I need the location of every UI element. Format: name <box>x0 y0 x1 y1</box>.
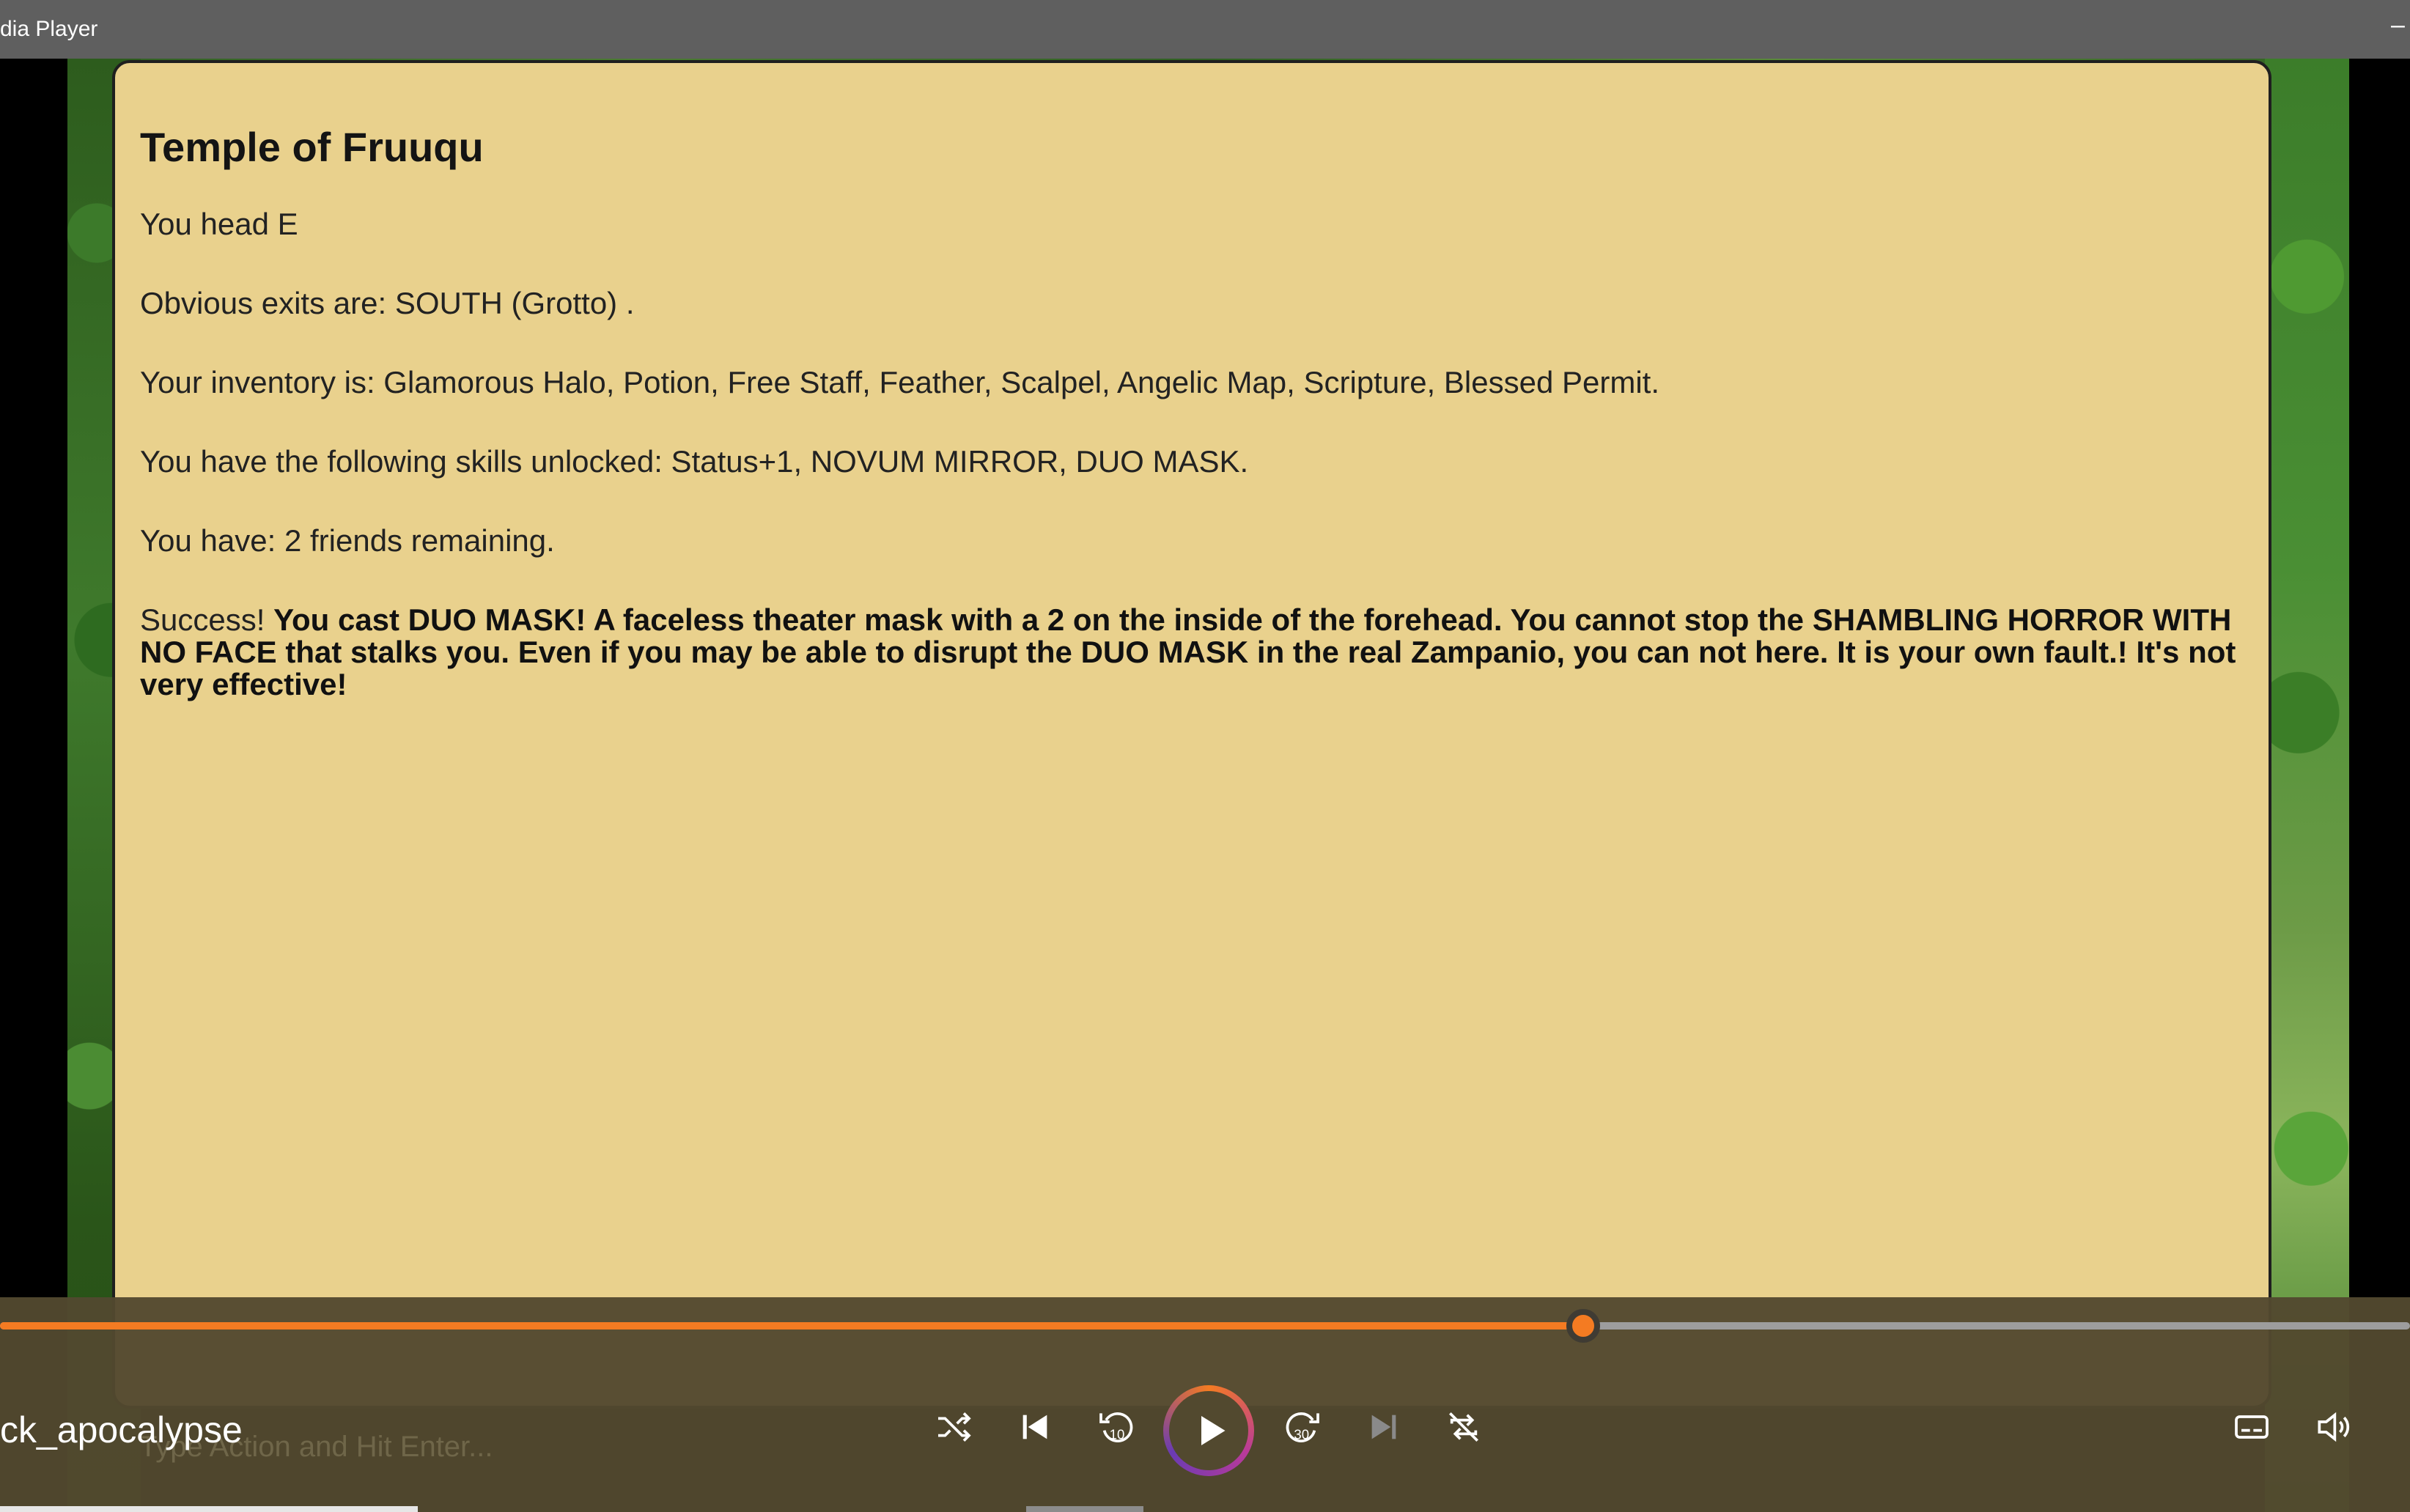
video-frame[interactable]: Temple of Fruuqu You head E Obvious exit… <box>0 59 2410 1512</box>
taskbar-strip-center <box>1026 1506 1143 1512</box>
captions-button[interactable] <box>2226 1401 2277 1453</box>
volume-button[interactable] <box>2307 1401 2359 1453</box>
play-button-inner <box>1169 1391 1248 1470</box>
seek-bar-progress <box>0 1322 1584 1330</box>
head-message: You head E <box>140 207 298 241</box>
next-icon <box>1371 1415 1396 1439</box>
seek-thumb[interactable] <box>1566 1309 1601 1343</box>
previous-button[interactable] <box>1009 1401 1061 1453</box>
minimize-button[interactable]: – <box>2391 10 2410 40</box>
forward-30-label: 30 <box>1294 1426 1309 1442</box>
seek-bar[interactable] <box>0 1309 2410 1343</box>
play-button[interactable] <box>1163 1385 1254 1476</box>
media-player-window: dia Player – Temple of Fruuqu You head E… <box>0 0 2410 1512</box>
rewind-10-icon: 10 <box>1099 1412 1133 1443</box>
next-button[interactable] <box>1358 1401 1409 1453</box>
taskbar-strip-left <box>0 1506 418 1512</box>
volume-icon <box>2318 1412 2350 1442</box>
media-title: ck_apocalypse <box>0 1409 243 1450</box>
play-icon <box>1201 1416 1226 1445</box>
rewind-10-button[interactable]: 10 <box>1091 1401 1142 1453</box>
forest-background-right <box>2265 59 2349 1512</box>
result-message: Success! You cast DUO MASK! A faceless t… <box>140 604 2236 701</box>
app-title: dia Player <box>0 17 98 41</box>
shuffle-icon <box>938 1412 971 1442</box>
title-bar: dia Player – <box>0 0 2410 59</box>
game-text-panel: Temple of Fruuqu You head E Obvious exit… <box>112 60 2271 1409</box>
playback-controls: Type Action and Hit Enter... ck_apocalyp… <box>0 1297 2410 1512</box>
captions-icon <box>2235 1415 2269 1439</box>
repeat-button[interactable] <box>1438 1401 1489 1453</box>
room-title: Temple of Fruuqu <box>140 124 484 170</box>
shuffle-button[interactable] <box>928 1401 979 1453</box>
friends-message: You have: 2 friends remaining. <box>140 523 555 558</box>
exits-message: Obvious exits are: SOUTH (Grotto) . <box>140 286 635 320</box>
result-text: You cast DUO MASK! A faceless theater ma… <box>140 602 2236 701</box>
previous-icon <box>1022 1415 1047 1439</box>
forward-30-icon: 30 <box>1286 1412 1319 1443</box>
forward-30-button[interactable]: 30 <box>1277 1401 1328 1453</box>
skills-message: You have the following skills unlocked: … <box>140 444 1249 479</box>
rewind-10-label: 10 <box>1110 1426 1125 1442</box>
repeat-icon <box>1449 1412 1478 1442</box>
result-prefix: Success! <box>140 602 274 637</box>
inventory-message: Your inventory is: Glamorous Halo, Potio… <box>140 365 1659 399</box>
